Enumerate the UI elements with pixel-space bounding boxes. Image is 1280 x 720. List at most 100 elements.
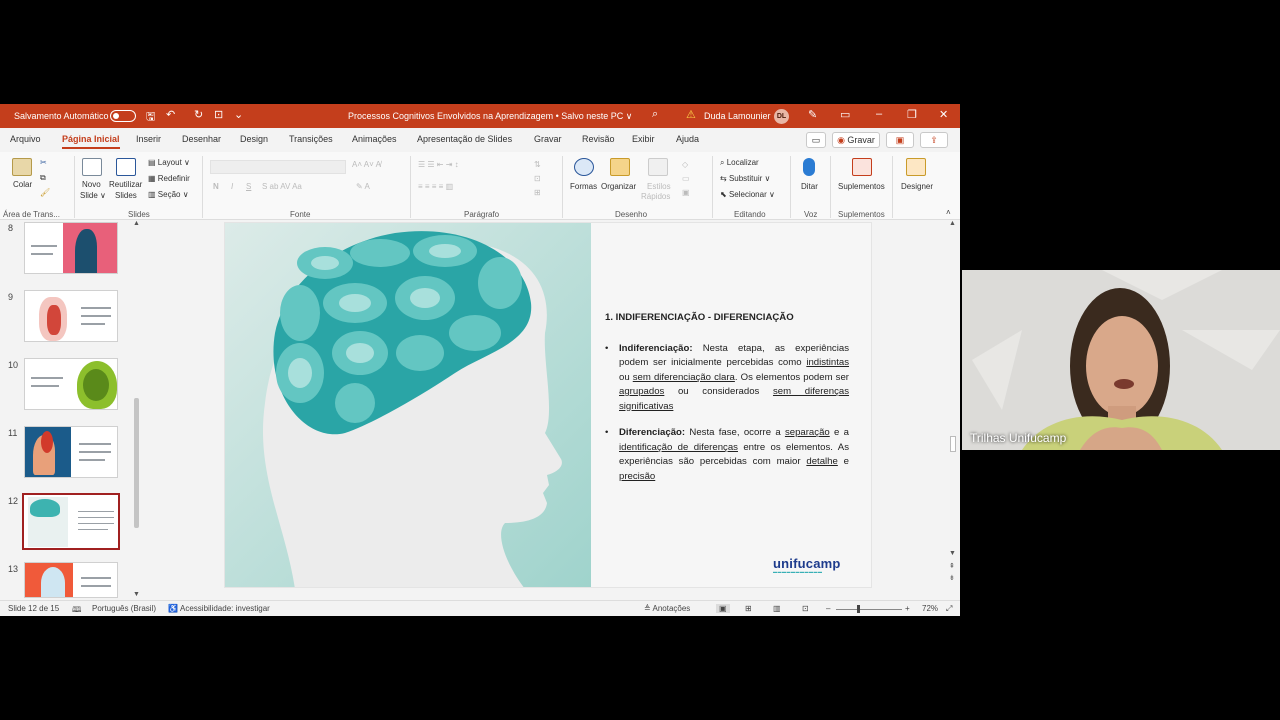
tab-gravar[interactable]: Gravar [534,134,562,144]
tab-transicoes[interactable]: Transições [289,134,333,144]
shapes-icon[interactable] [574,158,594,176]
designer-label[interactable]: Designer [901,182,933,191]
comments-icon[interactable]: ▭ [806,132,826,148]
quick-styles-icon[interactable] [648,158,668,176]
reuse-slides-label-2[interactable]: Slides [115,191,137,200]
pen-icon[interactable]: ✎ [808,108,817,121]
zoom-level[interactable]: 72% [922,604,938,613]
slide-thumbnail[interactable] [24,562,118,598]
zoom-slider[interactable] [836,609,902,610]
tab-inserir[interactable]: Inserir [136,134,161,144]
document-title[interactable]: Processos Cognitivos Envolvidos na Apren… [348,111,632,122]
tab-desenhar[interactable]: Desenhar [182,134,221,144]
bold-icon[interactable]: N [213,182,219,191]
collapse-ribbon-icon[interactable]: ˄ [946,208,951,217]
present-button[interactable]: ▣ [886,132,914,148]
zoom-slider-thumb[interactable] [857,605,860,613]
redo-icon[interactable]: ↻ [194,108,203,121]
tab-ajuda[interactable]: Ajuda [676,134,699,144]
find-button[interactable]: ⌕ Localizar [720,158,759,168]
tab-design[interactable]: Design [240,134,268,144]
add-ins-label[interactable]: Suplementos [838,182,885,191]
new-slide-icon[interactable] [82,158,102,176]
new-slide-label-2[interactable]: Slide ∨ [80,191,106,200]
editor-scrollbar[interactable]: ▲ ▼ ⇞ ⇟ [948,220,958,600]
zoom-out-icon[interactable]: – [826,604,830,613]
replace-button[interactable]: ⇆ Substituir ∨ [720,174,770,183]
minimize-icon[interactable]: – [876,108,882,120]
tab-apresentacao[interactable]: Apresentação de Slides [417,134,512,144]
language[interactable]: Português (Brasil) [92,604,156,613]
reuse-slides-label[interactable]: Reutilizar [109,180,142,189]
dictate-label[interactable]: Ditar [801,182,818,191]
underline-icon[interactable]: S [246,182,251,191]
dictate-mic-icon[interactable] [803,158,815,176]
select-button[interactable]: ⬉ Selecionar ∨ [720,190,775,199]
slide-sorter-icon[interactable]: ⊞ [745,604,752,613]
layout-button[interactable]: ▤ Layout ∨ [148,158,190,167]
reading-view-icon[interactable]: ▥ [773,604,781,613]
ribbon-display-icon[interactable]: ▭ [840,108,850,121]
scroll-thumb[interactable] [950,436,956,452]
paste-icon[interactable] [12,158,32,176]
slide-thumbnail-selected[interactable] [22,493,120,550]
bullets-icon[interactable]: ☰ ☰ ⇤ ⇥ ↕ [418,160,459,169]
slide-text-box[interactable]: 1. INDIFERENCIAÇÃO - DIFERENCIAÇÃO Indif… [605,311,849,496]
tab-exibir[interactable]: Exibir [632,134,655,144]
thumbnails-scrollbar[interactable]: ▲ ▼ [132,220,142,600]
add-ins-icon[interactable] [852,158,872,176]
shapes-label[interactable]: Formas [570,182,597,191]
slide-thumbnail[interactable] [24,426,118,478]
arrange-label[interactable]: Organizar [601,182,636,191]
slide-canvas[interactable]: 1. INDIFERENCIAÇÃO - DIFERENCIAÇÃO Indif… [224,222,872,588]
shape-fill-icon[interactable]: ◇ ▭ ▣ [682,158,690,200]
tab-arquivo[interactable]: Arquivo [10,134,41,144]
grow-font-icon[interactable]: A˄ A˅ A̸ [352,160,381,169]
new-slide-label[interactable]: Novo [82,180,101,189]
share-button[interactable]: ⇪ [920,132,948,148]
quick-styles-label[interactable]: Estilos [647,182,671,191]
previous-slide-icon[interactable]: ⇞ [949,562,955,570]
copy-icon[interactable]: ⧉ [40,173,46,183]
align-icon[interactable]: ≡ ≡ ≡ ≡ ▥ [418,182,453,191]
font-name-select[interactable] [210,160,346,174]
slide-thumbnail[interactable] [24,290,118,342]
search-icon[interactable]: ⌕ [652,108,658,121]
zoom-in-icon[interactable]: + [905,604,910,613]
save-icon[interactable]: 🖫 [146,108,155,127]
user-name[interactable]: Duda Lamounier [704,111,771,121]
scroll-thumb[interactable] [134,398,139,528]
record-button[interactable]: ◉ Gravar [832,132,880,148]
font-color-icon[interactable]: ✎ A [356,182,370,191]
text-direction-icon[interactable]: ⇅ ⊡ ⊞ [534,158,541,200]
customize-icon[interactable]: ⌄ [234,108,243,121]
accessibility-status[interactable]: Acessibilidade: investigar [180,604,270,613]
scroll-up-icon[interactable]: ▲ [133,220,140,227]
arrange-icon[interactable] [610,158,630,176]
next-slide-icon[interactable]: ⇟ [949,574,955,582]
reset-button[interactable]: ▦ Redefinir [148,174,190,183]
tab-pagina-inicial[interactable]: Página Inicial [62,134,120,149]
normal-view-icon[interactable]: ▣ [716,604,730,613]
cut-icon[interactable]: ✂ [40,158,47,167]
slide-thumbnail[interactable] [24,222,118,274]
tab-revisao[interactable]: Revisão [582,134,615,144]
autosave-toggle[interactable] [110,110,136,122]
designer-icon[interactable] [906,158,926,176]
notes-button[interactable]: ≜ Anotações [644,604,690,613]
format-painter-icon[interactable]: 🖌 [40,188,50,197]
user-avatar[interactable]: DL [774,109,789,124]
paste-label[interactable]: Colar [13,180,32,189]
close-icon[interactable]: ✕ [939,108,948,121]
scroll-up-icon[interactable]: ▲ [949,220,956,227]
quick-styles-label-2[interactable]: Rápidos [641,192,670,201]
slide-thumbnail[interactable] [24,358,118,410]
scroll-down-icon[interactable]: ▼ [133,591,140,598]
section-button[interactable]: ▥ Seção ∨ [148,190,189,199]
undo-icon[interactable]: ↶ [166,108,175,121]
italic-icon[interactable]: I [231,182,233,191]
present-icon[interactable]: ⊡ [214,108,223,121]
reuse-slides-icon[interactable] [116,158,136,176]
spellcheck-icon[interactable]: 🕮 [72,604,81,616]
slideshow-icon[interactable]: ⊡ [802,604,809,613]
